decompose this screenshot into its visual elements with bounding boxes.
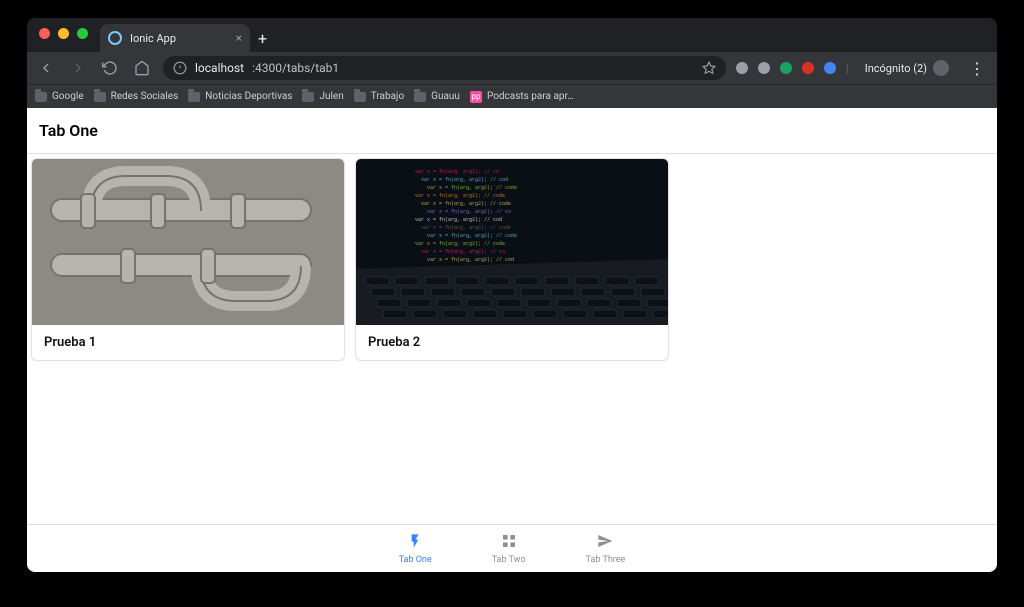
send-icon xyxy=(597,533,613,552)
bookmark-star-icon[interactable] xyxy=(702,61,716,75)
address-bar[interactable]: localhost :4300/tabs/tab1 xyxy=(163,56,726,80)
tab-tab-two[interactable]: Tab Two xyxy=(492,533,526,565)
tab-label: Tab Two xyxy=(492,555,526,565)
bookmark-label: Julen xyxy=(319,91,343,102)
extension-icon[interactable] xyxy=(824,62,836,74)
bookmark-item[interactable]: Julen xyxy=(302,91,343,102)
app-content: Prueba 1 var x = fn(arg, arg2); // covar … xyxy=(27,154,997,524)
nav-back-button[interactable] xyxy=(35,57,57,79)
extension-icon[interactable] xyxy=(758,62,770,74)
tab-label: Tab Three xyxy=(586,555,626,565)
bookmark-label: Trabajo xyxy=(371,91,404,102)
page-viewport: Tab One Prueba 1 var x = fn(arg, arg2); /… xyxy=(27,108,997,572)
browser-menu-button[interactable]: ⋮ xyxy=(965,59,989,78)
folder-icon xyxy=(354,92,366,102)
close-window-icon[interactable] xyxy=(39,28,50,39)
window-controls xyxy=(27,18,100,47)
folder-icon xyxy=(188,92,200,102)
browser-window: Ionic App × + localhost :4300/tabs/tab1 xyxy=(27,18,997,572)
tab-favicon-icon xyxy=(108,31,122,45)
tab-tab-three[interactable]: Tab Three xyxy=(586,533,626,565)
incognito-indicator[interactable]: Incógnito (2) xyxy=(859,60,955,76)
home-button[interactable] xyxy=(131,57,153,79)
site-info-icon xyxy=(173,61,187,75)
tab-tab-one[interactable]: Tab One xyxy=(399,533,432,565)
app-header: Tab One xyxy=(27,108,997,154)
browser-toolbar: localhost:4300/tabs/tab1 | Incógnito (2)… xyxy=(27,52,997,84)
extension-icon[interactable] xyxy=(736,62,748,74)
minimize-window-icon[interactable] xyxy=(58,28,69,39)
bookmark-label: Redes Sociales xyxy=(111,91,179,102)
tab-label: Tab One xyxy=(399,555,432,565)
card-title: Prueba 2 xyxy=(356,325,668,360)
bookmark-item[interactable]: Trabajo xyxy=(354,91,404,102)
bookmark-label: Guauu xyxy=(431,91,460,102)
extension-icon[interactable] xyxy=(780,62,792,74)
bookmark-favicon-icon: pp xyxy=(470,91,482,103)
folder-icon xyxy=(302,92,314,102)
page-title: Tab One xyxy=(39,121,98,140)
bookmark-item[interactable]: pp Podcasts para apr… xyxy=(470,91,574,103)
bottom-tab-bar: Tab One Tab Two Tab Three xyxy=(27,524,997,572)
tab-title: Ionic App xyxy=(130,32,176,45)
card-list: Prueba 1 var x = fn(arg, arg2); // covar … xyxy=(31,158,993,361)
bookmark-item[interactable]: Noticias Deportivas xyxy=(188,91,292,102)
browser-tab[interactable]: Ionic App × xyxy=(100,24,250,52)
card-title: Prueba 1 xyxy=(32,325,344,360)
folder-icon xyxy=(94,92,106,102)
extension-icon[interactable] xyxy=(802,62,814,74)
reload-button[interactable] xyxy=(99,57,121,79)
new-tab-button[interactable]: + xyxy=(250,29,275,52)
incognito-avatar-icon xyxy=(933,60,949,76)
bookmarks-bar: Google Redes Sociales Noticias Deportivas J… xyxy=(27,84,997,108)
bookmark-item[interactable]: Guauu xyxy=(414,91,460,102)
content-card[interactable]: Prueba 1 xyxy=(31,158,345,361)
incognito-label: Incógnito (2) xyxy=(865,62,927,75)
apps-icon xyxy=(501,533,517,552)
folder-icon xyxy=(35,92,47,102)
url-host: localhost xyxy=(195,61,244,75)
browser-titlebar: Ionic App × + xyxy=(27,18,997,52)
close-tab-icon[interactable]: × xyxy=(236,31,242,45)
bookmark-label: Google xyxy=(52,91,84,102)
folder-icon xyxy=(414,92,426,102)
bookmark-label: Noticias Deportivas xyxy=(205,91,292,102)
url-rest: :4300/tabs/tab1 xyxy=(252,61,339,75)
maximize-window-icon[interactable] xyxy=(77,28,88,39)
bookmark-item[interactable]: Redes Sociales xyxy=(94,91,179,102)
bookmark-item[interactable]: Google xyxy=(35,91,84,102)
content-card[interactable]: var x = fn(arg, arg2); // covar x = fn(a… xyxy=(355,158,669,361)
bookmark-label: Podcasts para apr… xyxy=(487,91,574,102)
flash-icon xyxy=(407,533,423,552)
nav-forward-button[interactable] xyxy=(67,57,89,79)
